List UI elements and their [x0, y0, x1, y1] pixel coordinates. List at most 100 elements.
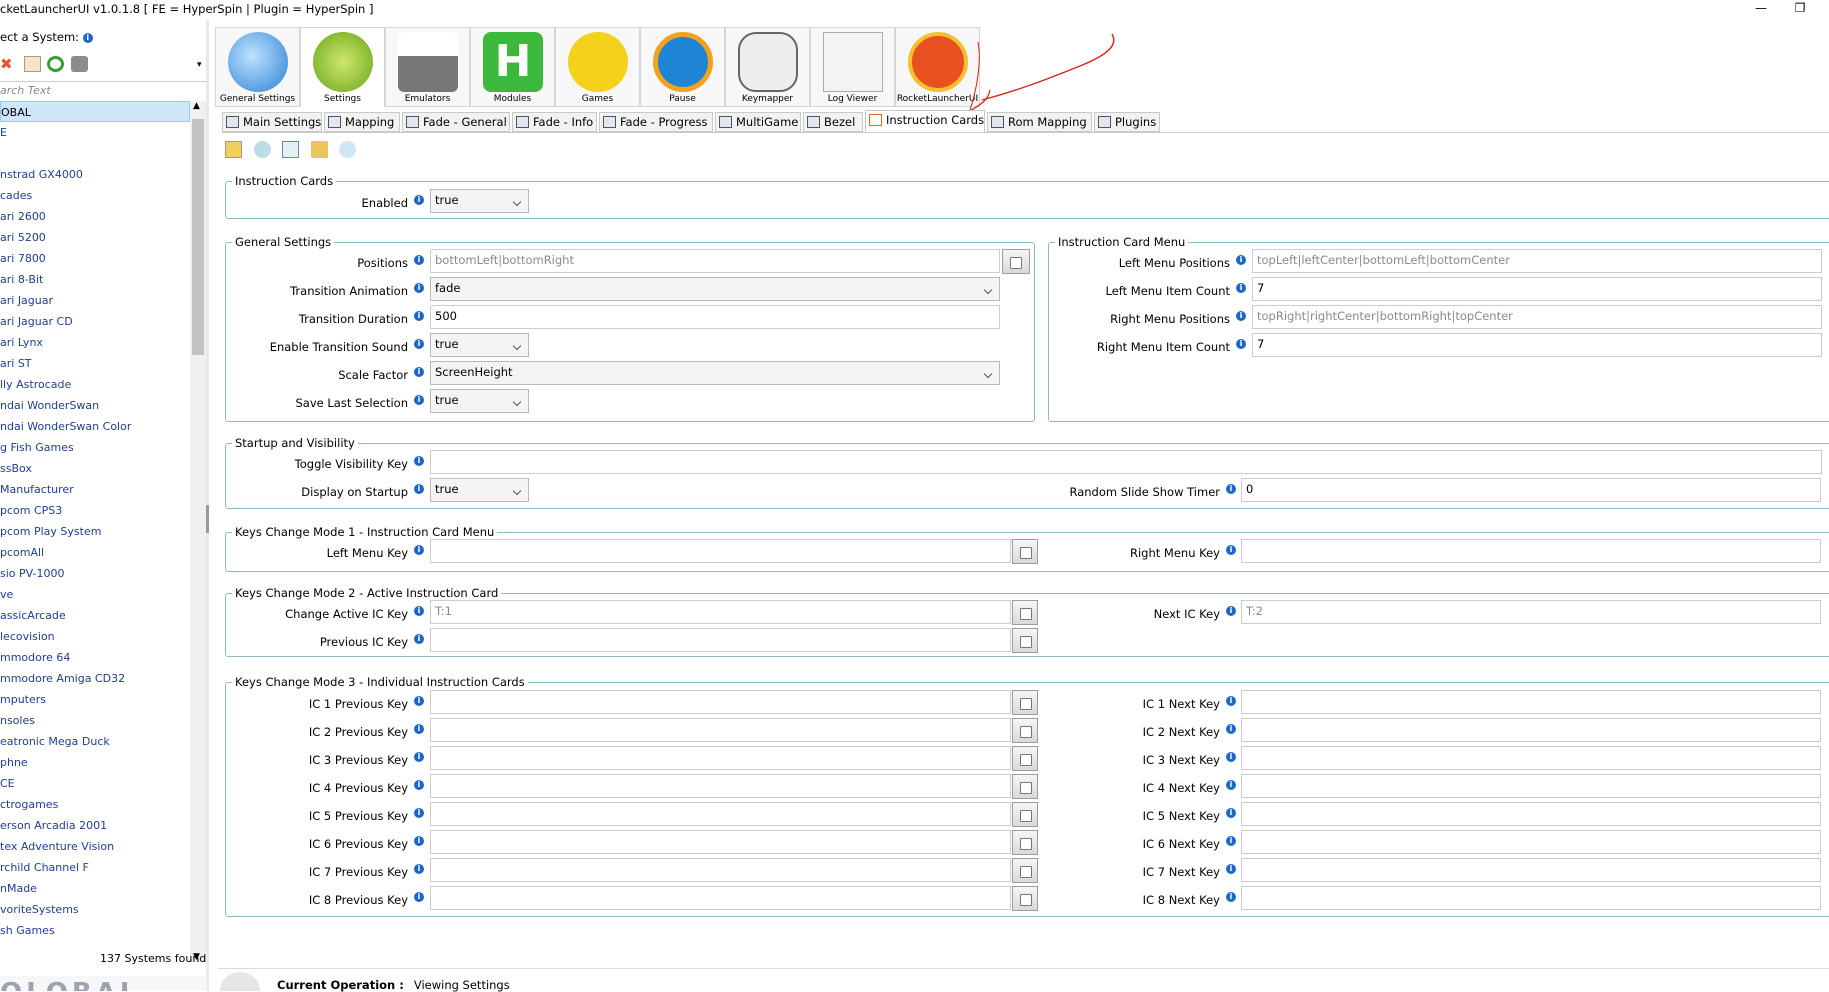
info-icon[interactable]: i: [1226, 545, 1236, 555]
system-list-item[interactable]: ndai WonderSwan: [0, 395, 190, 416]
toggle-visibility-key-field[interactable]: [430, 450, 1822, 474]
info-icon[interactable]: i: [414, 836, 424, 846]
system-list-item[interactable]: ari 8-Bit: [0, 269, 190, 290]
main-tab-settings[interactable]: Settings: [300, 27, 385, 107]
minimize-icon[interactable]: —: [1751, 0, 1771, 16]
system-list-item[interactable]: sio PV-1000: [0, 563, 190, 584]
system-list-item[interactable]: [0, 143, 190, 164]
info-icon[interactable]: i: [1226, 864, 1236, 874]
main-tab-pause[interactable]: Pause: [640, 27, 725, 107]
main-tab-modules[interactable]: H Modules: [470, 27, 555, 107]
subtab-multigame[interactable]: MultiGame: [715, 112, 801, 132]
info-icon[interactable]: i: [414, 606, 424, 616]
subtab-fade-general[interactable]: Fade - General: [402, 112, 510, 132]
info-icon[interactable]: i: [414, 752, 424, 762]
subtab-bezel[interactable]: Bezel: [803, 112, 863, 132]
refresh-icon[interactable]: [47, 56, 64, 72]
ic-previous-key-field[interactable]: [430, 886, 1011, 910]
system-list-item[interactable]: ari Jaguar: [0, 290, 190, 311]
subtab-main-settings[interactable]: Main Settings: [222, 112, 322, 132]
next-ic-key-field[interactable]: T:2: [1241, 600, 1821, 624]
right-menu-positions-field[interactable]: topRight|rightCenter|bottomRight|topCent…: [1252, 305, 1822, 329]
system-list-item[interactable]: lecovision: [0, 626, 190, 647]
info-icon[interactable]: i: [1226, 724, 1236, 734]
edit-icon[interactable]: [23, 56, 41, 72]
info-icon[interactable]: i: [1226, 606, 1236, 616]
info-icon[interactable]: i: [414, 283, 424, 293]
system-list-item[interactable]: ari ST: [0, 353, 190, 374]
info-icon[interactable]: i: [414, 634, 424, 644]
main-tab-games[interactable]: Games: [555, 27, 640, 107]
ic-next-key-field[interactable]: [1241, 802, 1821, 826]
ic-next-key-field[interactable]: [1241, 830, 1821, 854]
scale-factor-select[interactable]: ScreenHeight: [430, 361, 1000, 385]
system-list-item[interactable]: ndai WonderSwan Color: [0, 416, 190, 437]
system-list-item[interactable]: CE: [0, 773, 190, 794]
expand-icon[interactable]: ▾: [197, 60, 202, 70]
left-menu-positions-field[interactable]: topLeft|leftCenter|bottomLeft|bottomCent…: [1252, 249, 1822, 273]
info-icon[interactable]: i: [414, 780, 424, 790]
system-list-item[interactable]: mmodore 64: [0, 647, 190, 668]
transition-animation-select[interactable]: fade: [430, 277, 1000, 301]
system-list-item[interactable]: g Fish Games: [0, 437, 190, 458]
system-list-scrollbar[interactable]: ▲ ▼: [190, 101, 206, 962]
previous-ic-key-button[interactable]: [1012, 628, 1038, 653]
ic-next-key-field[interactable]: [1241, 718, 1821, 742]
delete-icon[interactable]: ✖: [0, 56, 17, 72]
system-list-item[interactable]: ctrogames: [0, 794, 190, 815]
system-list-item[interactable]: pcom Play System: [0, 521, 190, 542]
system-list-item[interactable]: rchild Channel F: [0, 857, 190, 878]
system-list-item[interactable]: ari Jaguar CD: [0, 311, 190, 332]
restore-icon[interactable]: ❐: [1790, 0, 1810, 16]
positions-field[interactable]: bottomLeft|bottomRight: [430, 249, 1000, 273]
info-icon[interactable]: i: [1226, 836, 1236, 846]
system-list-item[interactable]: phne: [0, 752, 190, 773]
system-list-item[interactable]: mmodore Amiga CD32: [0, 668, 190, 689]
ic-next-key-field[interactable]: [1241, 746, 1821, 770]
system-list-item[interactable]: lly Astrocade: [0, 374, 190, 395]
main-tab-emulators[interactable]: Emulators: [385, 27, 470, 107]
ic-previous-key-field[interactable]: [430, 858, 1011, 882]
scrollbar-thumb[interactable]: [192, 119, 204, 355]
previous-ic-key-field[interactable]: [430, 628, 1011, 652]
info-icon[interactable]: i: [414, 696, 424, 706]
info-icon[interactable]: i: [1236, 255, 1246, 265]
info-icon[interactable]: i: [82, 32, 93, 43]
ic-next-key-field[interactable]: [1241, 886, 1821, 910]
info-icon[interactable]: i: [1226, 696, 1236, 706]
search-input[interactable]: arch Text: [0, 81, 207, 99]
subtab-mapping[interactable]: Mapping: [324, 112, 400, 132]
ic-next-key-field[interactable]: [1241, 858, 1821, 882]
ic-previous-key-field[interactable]: [430, 718, 1011, 742]
system-list-item[interactable]: ari Lynx: [0, 332, 190, 353]
calendar-icon[interactable]: [282, 141, 299, 158]
system-list-item[interactable]: tex Adventure Vision: [0, 836, 190, 857]
system-list-item[interactable]: E: [0, 122, 190, 143]
info-icon[interactable]: i: [414, 339, 424, 349]
info-icon[interactable]: i: [414, 395, 424, 405]
right-menu-key-field[interactable]: [1241, 539, 1821, 563]
enabled-select[interactable]: true: [430, 189, 529, 213]
info-icon[interactable]: i: [414, 892, 424, 902]
system-list-item[interactable]: Manufacturer: [0, 479, 190, 500]
info-icon[interactable]: i: [1226, 808, 1236, 818]
system-list-item[interactable]: assicArcade: [0, 605, 190, 626]
info-icon[interactable]: i: [414, 367, 424, 377]
info-icon[interactable]: i: [1226, 892, 1236, 902]
random-slide-show-timer-field[interactable]: 0: [1241, 478, 1821, 502]
change-active-ic-key-field[interactable]: T:1: [430, 600, 1011, 624]
info-icon[interactable]: i: [1236, 339, 1246, 349]
system-list-item[interactable]: nsoles: [0, 710, 190, 731]
system-list-item[interactable]: nMade: [0, 878, 190, 899]
info-icon[interactable]: i: [1236, 283, 1246, 293]
system-list-item[interactable]: ari 5200: [0, 227, 190, 248]
info-icon[interactable]: i: [414, 545, 424, 555]
folder-icon[interactable]: [310, 141, 328, 158]
comment-icon[interactable]: [339, 141, 356, 158]
positions-editor-button[interactable]: [1002, 249, 1030, 274]
right-menu-item-count-field[interactable]: 7: [1252, 333, 1822, 357]
display-on-startup-select[interactable]: true: [430, 478, 529, 502]
left-menu-key-field[interactable]: [430, 539, 1011, 563]
info-icon[interactable]: i: [414, 808, 424, 818]
save-last-selection-select[interactable]: true: [430, 389, 529, 413]
